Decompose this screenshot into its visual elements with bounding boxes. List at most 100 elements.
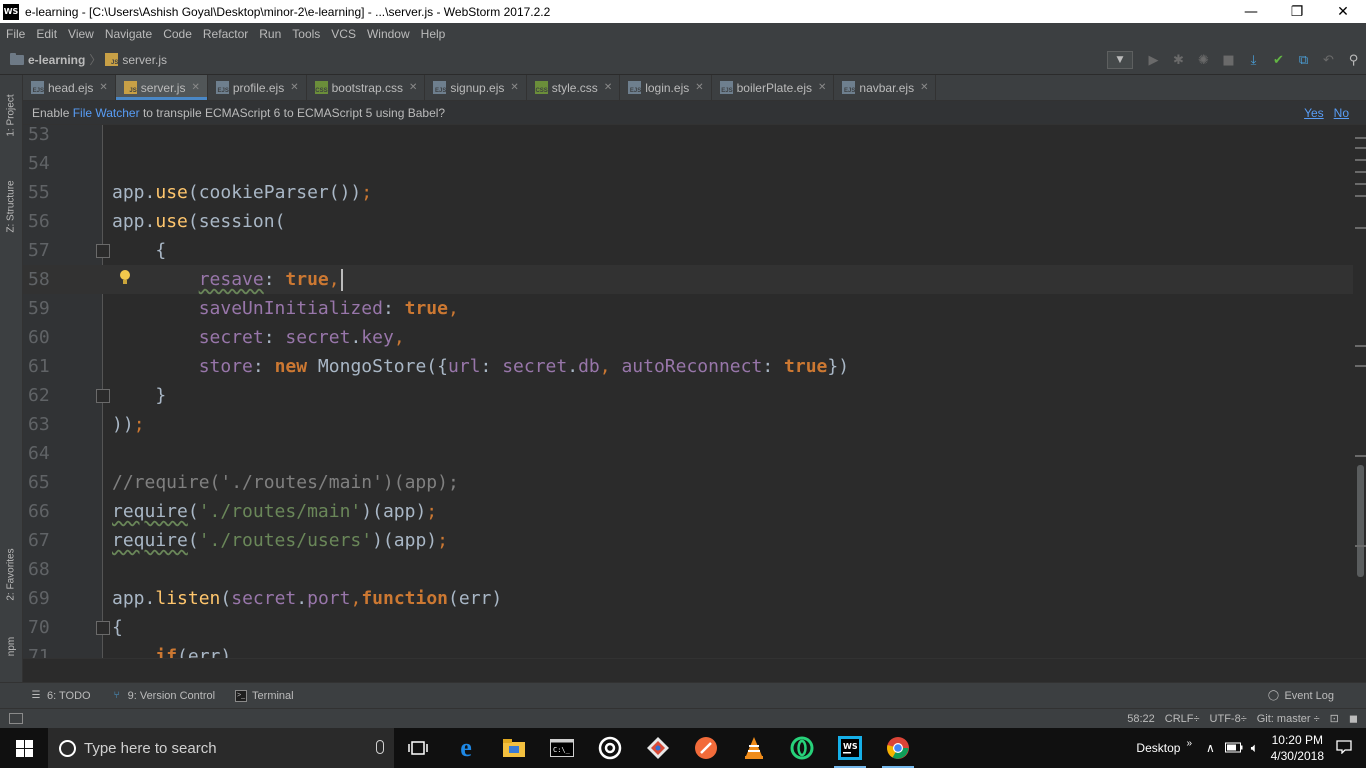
code-line[interactable]: 58 resave: true, bbox=[23, 265, 1353, 294]
taskbar-search-box[interactable]: Type here to search bbox=[48, 728, 394, 768]
fold-marker-icon[interactable] bbox=[96, 389, 110, 403]
npm-tool-tab[interactable]: npm bbox=[0, 631, 23, 661]
menu-window[interactable]: Window bbox=[361, 27, 415, 41]
code-line[interactable]: 64 bbox=[23, 439, 1353, 468]
inspector-icon[interactable]: ◼ bbox=[1349, 712, 1358, 725]
fold-marker-icon[interactable] bbox=[96, 621, 110, 635]
error-stripe-marker[interactable] bbox=[1355, 183, 1366, 185]
code-line[interactable]: 57 { bbox=[23, 236, 1353, 265]
tab-login-ejs[interactable]: EJS login.ejs ✕ bbox=[620, 75, 712, 100]
tab-profile-ejs[interactable]: EJS profile.ejs ✕ bbox=[208, 75, 307, 100]
close-tab-icon[interactable]: ✕ bbox=[604, 82, 612, 93]
close-tab-icon[interactable]: ✕ bbox=[99, 82, 107, 93]
maximize-button[interactable]: ❐ bbox=[1274, 0, 1320, 23]
taskbar-postman[interactable] bbox=[682, 728, 730, 768]
caret-position[interactable]: 58:22 bbox=[1127, 713, 1155, 725]
vcs-update-icon[interactable]: ⤓ bbox=[1241, 45, 1266, 75]
version-control-tool-button[interactable]: ⑂ 9: Version Control bbox=[111, 690, 215, 702]
menu-help[interactable]: Help bbox=[415, 27, 451, 41]
battery-icon[interactable] bbox=[1224, 741, 1243, 756]
structure-tool-tab[interactable]: Z: Structure bbox=[0, 167, 23, 245]
tool-windows-toggle-icon[interactable] bbox=[9, 713, 23, 724]
search-everywhere-icon[interactable]: ⚲ bbox=[1341, 45, 1366, 75]
show-hidden-icons-icon[interactable]: ∧ bbox=[1206, 741, 1215, 755]
menu-view[interactable]: View bbox=[62, 27, 99, 41]
error-stripe-marker[interactable] bbox=[1355, 195, 1366, 197]
code-editor[interactable]: 53 54 55 app.use(cookieParser()); 56 app.use(… bbox=[23, 125, 1353, 658]
close-tab-icon[interactable]: ✕ bbox=[409, 82, 417, 93]
code-line[interactable]: 70 { bbox=[23, 613, 1353, 642]
error-stripe-marker[interactable] bbox=[1355, 345, 1366, 347]
error-stripe-marker[interactable] bbox=[1355, 159, 1366, 161]
close-tab-icon[interactable]: ✕ bbox=[290, 82, 298, 93]
favorites-tool-tab[interactable]: 2: Favorites bbox=[0, 537, 23, 611]
menu-tools[interactable]: Tools bbox=[286, 27, 325, 41]
error-stripe-marker[interactable] bbox=[1355, 455, 1366, 457]
code-line[interactable]: 62 } bbox=[23, 381, 1353, 410]
code-line[interactable]: 63)); bbox=[23, 410, 1353, 439]
editor-scrollbar[interactable] bbox=[1353, 125, 1366, 658]
taskbar-webstorm[interactable]: WS bbox=[826, 728, 874, 768]
taskbar-edge[interactable]: e bbox=[442, 728, 490, 768]
menu-code[interactable]: Code bbox=[157, 27, 197, 41]
task-view-button[interactable] bbox=[394, 728, 442, 768]
file-encoding[interactable]: UTF-8÷ bbox=[1210, 713, 1247, 725]
tab-style-css[interactable]: CSS style.css ✕ bbox=[527, 75, 621, 100]
desktop-toolbar-label[interactable]: Desktop bbox=[1136, 741, 1180, 755]
debug-icon[interactable]: ✱ bbox=[1166, 45, 1191, 75]
taskbar-file-explorer[interactable] bbox=[490, 728, 538, 768]
microphone-icon[interactable] bbox=[376, 740, 384, 754]
tab-signup-ejs[interactable]: EJS signup.ejs ✕ bbox=[425, 75, 527, 100]
close-tab-icon[interactable]: ✕ bbox=[695, 82, 703, 93]
file-watcher-link[interactable]: File Watcher bbox=[73, 106, 140, 120]
taskbar-command-prompt[interactable]: C:\_ bbox=[538, 728, 586, 768]
close-tab-icon[interactable]: ✕ bbox=[818, 82, 826, 93]
tab-boilerplate-ejs[interactable]: EJS boilerPlate.ejs ✕ bbox=[712, 75, 835, 100]
minimize-button[interactable]: — bbox=[1228, 0, 1274, 23]
code-line[interactable]: 68 bbox=[23, 555, 1353, 584]
error-stripe-marker[interactable] bbox=[1355, 227, 1366, 229]
desktop-toolbar-chevron-icon[interactable]: » bbox=[1186, 738, 1192, 749]
tab-navbar-ejs[interactable]: EJS navbar.ejs ✕ bbox=[834, 75, 937, 100]
terminal-tool-button[interactable]: >_ Terminal bbox=[235, 689, 294, 702]
error-stripe-marker[interactable] bbox=[1355, 545, 1366, 547]
breadcrumb-file[interactable]: server.js bbox=[122, 53, 167, 67]
scrollbar-thumb[interactable] bbox=[1357, 465, 1364, 577]
todo-tool-button[interactable]: ☰ 6: TODO bbox=[30, 690, 91, 702]
coverage-icon[interactable]: ✺ bbox=[1191, 45, 1216, 75]
error-stripe-marker[interactable] bbox=[1355, 171, 1366, 173]
menu-file[interactable]: File bbox=[0, 27, 30, 41]
error-stripe-marker[interactable] bbox=[1355, 147, 1366, 149]
code-line[interactable]: 61 store: new MongoStore({url: secret.db… bbox=[23, 352, 1353, 381]
taskbar-groove[interactable] bbox=[586, 728, 634, 768]
code-line[interactable]: 67 require('./routes/users')(app); bbox=[23, 526, 1353, 555]
volume-icon[interactable]: 🔈︎ bbox=[1251, 740, 1259, 756]
menu-vcs[interactable]: VCS bbox=[325, 27, 361, 41]
menu-run[interactable]: Run bbox=[253, 27, 286, 41]
windows-start-button[interactable] bbox=[0, 728, 48, 768]
code-line[interactable]: 56 app.use(session( bbox=[23, 207, 1353, 236]
code-line[interactable]: 54 bbox=[23, 149, 1353, 178]
close-tab-icon[interactable]: ✕ bbox=[920, 82, 928, 93]
taskbar-chrome[interactable] bbox=[874, 728, 922, 768]
code-line[interactable]: 59 saveUnInitialized: true, bbox=[23, 294, 1353, 323]
tab-bootstrap-css[interactable]: CSS bootstrap.css ✕ bbox=[307, 75, 426, 100]
menu-edit[interactable]: Edit bbox=[30, 27, 62, 41]
run-icon[interactable]: ▶ bbox=[1141, 45, 1166, 75]
code-line[interactable]: 55 app.use(cookieParser()); bbox=[23, 178, 1353, 207]
error-stripe-marker[interactable] bbox=[1355, 137, 1366, 139]
code-line[interactable]: 69 app.listen(secret.port,function(err) bbox=[23, 584, 1353, 613]
taskbar-clock[interactable]: 10:20 PM 4/30/2018 bbox=[1271, 732, 1324, 764]
error-stripe-marker[interactable] bbox=[1355, 365, 1366, 367]
fold-marker-icon[interactable] bbox=[96, 244, 110, 258]
menu-navigate[interactable]: Navigate bbox=[99, 27, 157, 41]
vcs-commit-icon[interactable]: ✔ bbox=[1266, 45, 1291, 75]
close-window-button[interactable]: ✕ bbox=[1320, 0, 1366, 23]
menu-refactor[interactable]: Refactor bbox=[197, 27, 253, 41]
stop-icon[interactable]: ■ bbox=[1216, 45, 1241, 75]
code-line[interactable]: 53 bbox=[23, 125, 1353, 149]
run-configuration-dropdown[interactable]: ▼ bbox=[1107, 51, 1133, 69]
code-line[interactable]: 71 if(err) bbox=[23, 642, 1353, 658]
code-line[interactable]: 60 secret: secret.key, bbox=[23, 323, 1353, 352]
tab-server-js[interactable]: JS server.js ✕ bbox=[115, 75, 208, 100]
